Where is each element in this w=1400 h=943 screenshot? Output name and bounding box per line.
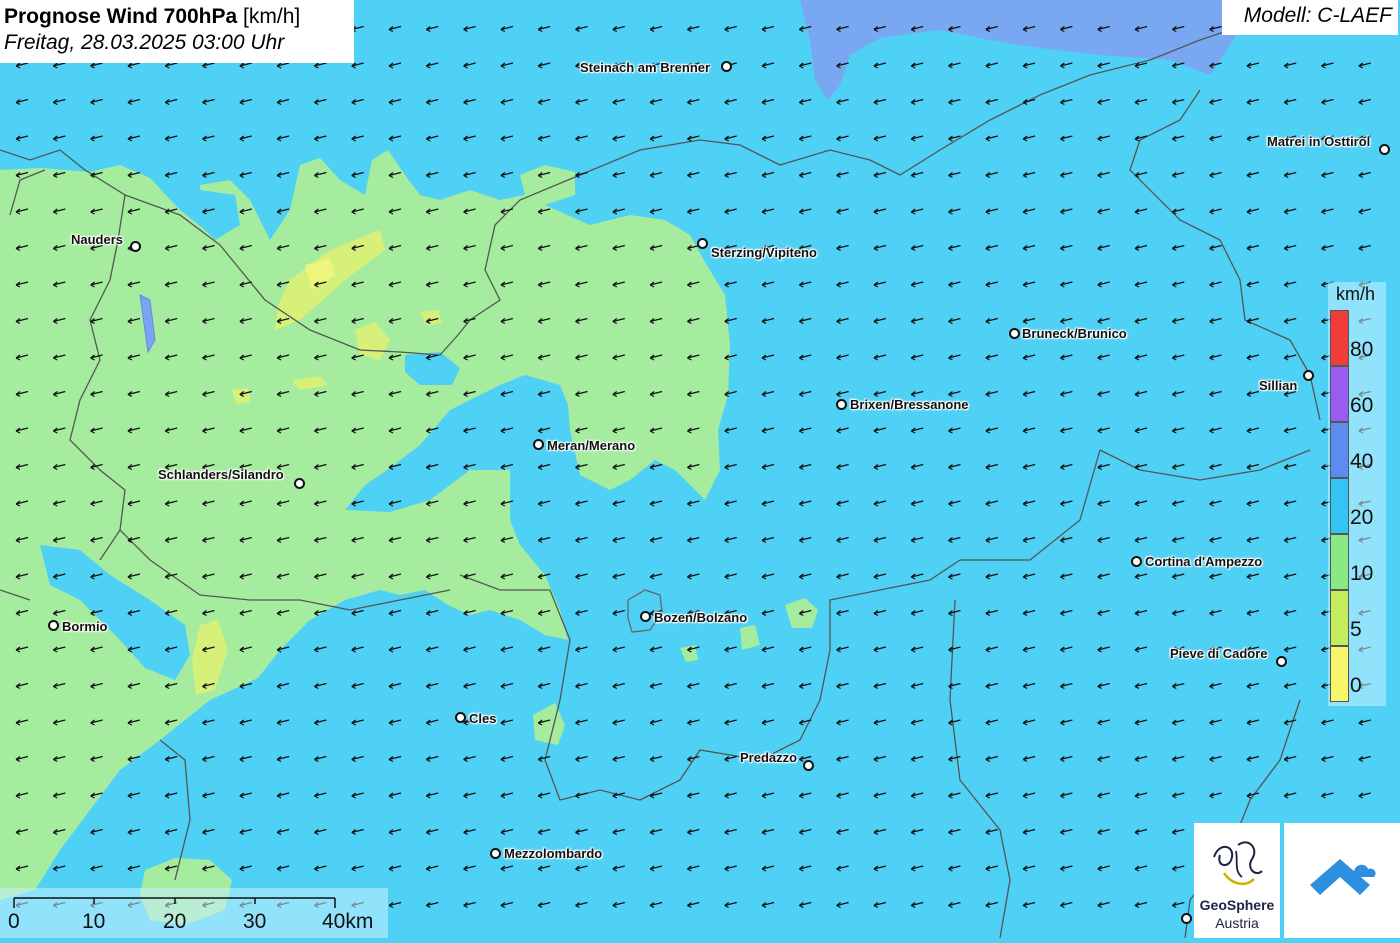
city-marker[interactable] <box>48 620 59 631</box>
legend-color-swatch <box>1330 422 1349 478</box>
city-label-mezzolombardo[interactable]: Mezzolombardo <box>504 846 602 861</box>
model-label: Modell: C-LAEF <box>1222 0 1398 35</box>
scale-bar: 0 10 20 30 40km <box>0 888 388 938</box>
city-label-nauders[interactable]: Nauders <box>71 232 123 247</box>
city-marker[interactable] <box>490 848 501 859</box>
city-label-bruneck[interactable]: Bruneck/Brunico <box>1022 326 1127 341</box>
city-label-sillian[interactable]: Sillian <box>1259 378 1297 393</box>
legend-color-swatch <box>1330 646 1349 702</box>
city-label-predazzo[interactable]: Predazzo <box>740 750 797 765</box>
city-marker[interactable] <box>455 712 466 723</box>
legend-label: 40 <box>1350 450 1374 473</box>
city-marker[interactable] <box>294 478 305 489</box>
city-marker[interactable] <box>803 760 814 771</box>
legend-label: 10 <box>1350 562 1374 585</box>
legend-color-swatch <box>1330 310 1349 366</box>
legend-color-swatch <box>1330 478 1349 534</box>
legend-label: 0 <box>1350 674 1362 697</box>
scale-label: 0 <box>8 910 20 933</box>
city-label-brixen[interactable]: Brixen/Bressanone <box>850 397 969 412</box>
city-label-matrei[interactable]: Matrei in Osttirol <box>1267 134 1370 149</box>
city-label-pieve[interactable]: Pieve di Cadore <box>1170 646 1268 661</box>
city-marker[interactable] <box>1303 370 1314 381</box>
map-title-box: Prognose Wind 700hPa [km/h] Freitag, 28.… <box>0 0 354 63</box>
city-marker[interactable] <box>721 61 732 72</box>
legend-label: 80 <box>1350 338 1374 361</box>
weather-app-logo[interactable] <box>1284 823 1400 938</box>
legend-color-swatch <box>1330 534 1349 590</box>
scale-label: 30 <box>243 910 267 933</box>
forecast-time: Freitag, 28.03.2025 03:00 Uhr <box>4 31 285 54</box>
city-label-bozen[interactable]: Bozen/Bolzano <box>654 610 747 625</box>
title-bold: Prognose Wind 700hPa <box>4 5 238 28</box>
city-marker[interactable] <box>1009 328 1020 339</box>
legend-label: 5 <box>1350 618 1362 641</box>
legend-label: 20 <box>1350 506 1374 529</box>
cloud-arrow-icon <box>1310 859 1376 895</box>
city-marker[interactable] <box>1131 556 1142 567</box>
scale-label: 40km <box>322 910 374 933</box>
city-label-steinach[interactable]: Steinach am Brenner <box>580 60 710 75</box>
city-label-cles[interactable]: Cles <box>469 711 496 726</box>
legend-color-swatch <box>1330 366 1349 422</box>
city-marker[interactable] <box>1276 656 1287 667</box>
geosphere-line2: Austria <box>1215 915 1259 931</box>
city-marker[interactable] <box>1181 913 1192 924</box>
geosphere-logo-icon <box>1213 841 1263 886</box>
city-marker[interactable] <box>1379 144 1390 155</box>
city-label-schlanders[interactable]: Schlanders/Silandro <box>158 467 284 482</box>
color-legend: km/h 80 60 40 20 10 5 0 <box>1328 282 1386 706</box>
city-label-bormio[interactable]: Bormio <box>62 619 108 634</box>
legend-color-swatch <box>1330 590 1349 646</box>
geosphere-logo[interactable]: GeoSphere Austria <box>1194 823 1280 938</box>
city-marker[interactable] <box>640 611 651 622</box>
legend-unit: km/h <box>1336 284 1376 304</box>
scale-label: 20 <box>163 910 187 933</box>
page-title: Prognose Wind 700hPa [km/h] <box>4 4 350 30</box>
city-label-cortina[interactable]: Cortina d'Ampezzo <box>1145 554 1262 569</box>
city-marker[interactable] <box>836 399 847 410</box>
city-label-sterzing[interactable]: Sterzing/Vipiteno <box>711 245 817 260</box>
scale-label: 10 <box>82 910 106 933</box>
city-marker[interactable] <box>697 238 708 249</box>
city-label-meran[interactable]: Meran/Merano <box>547 438 635 453</box>
legend-label: 60 <box>1350 394 1374 417</box>
geosphere-line1: GeoSphere <box>1199 897 1275 913</box>
city-marker[interactable] <box>533 439 544 450</box>
city-marker[interactable] <box>130 241 141 252</box>
title-unit: [km/h] <box>243 5 301 28</box>
